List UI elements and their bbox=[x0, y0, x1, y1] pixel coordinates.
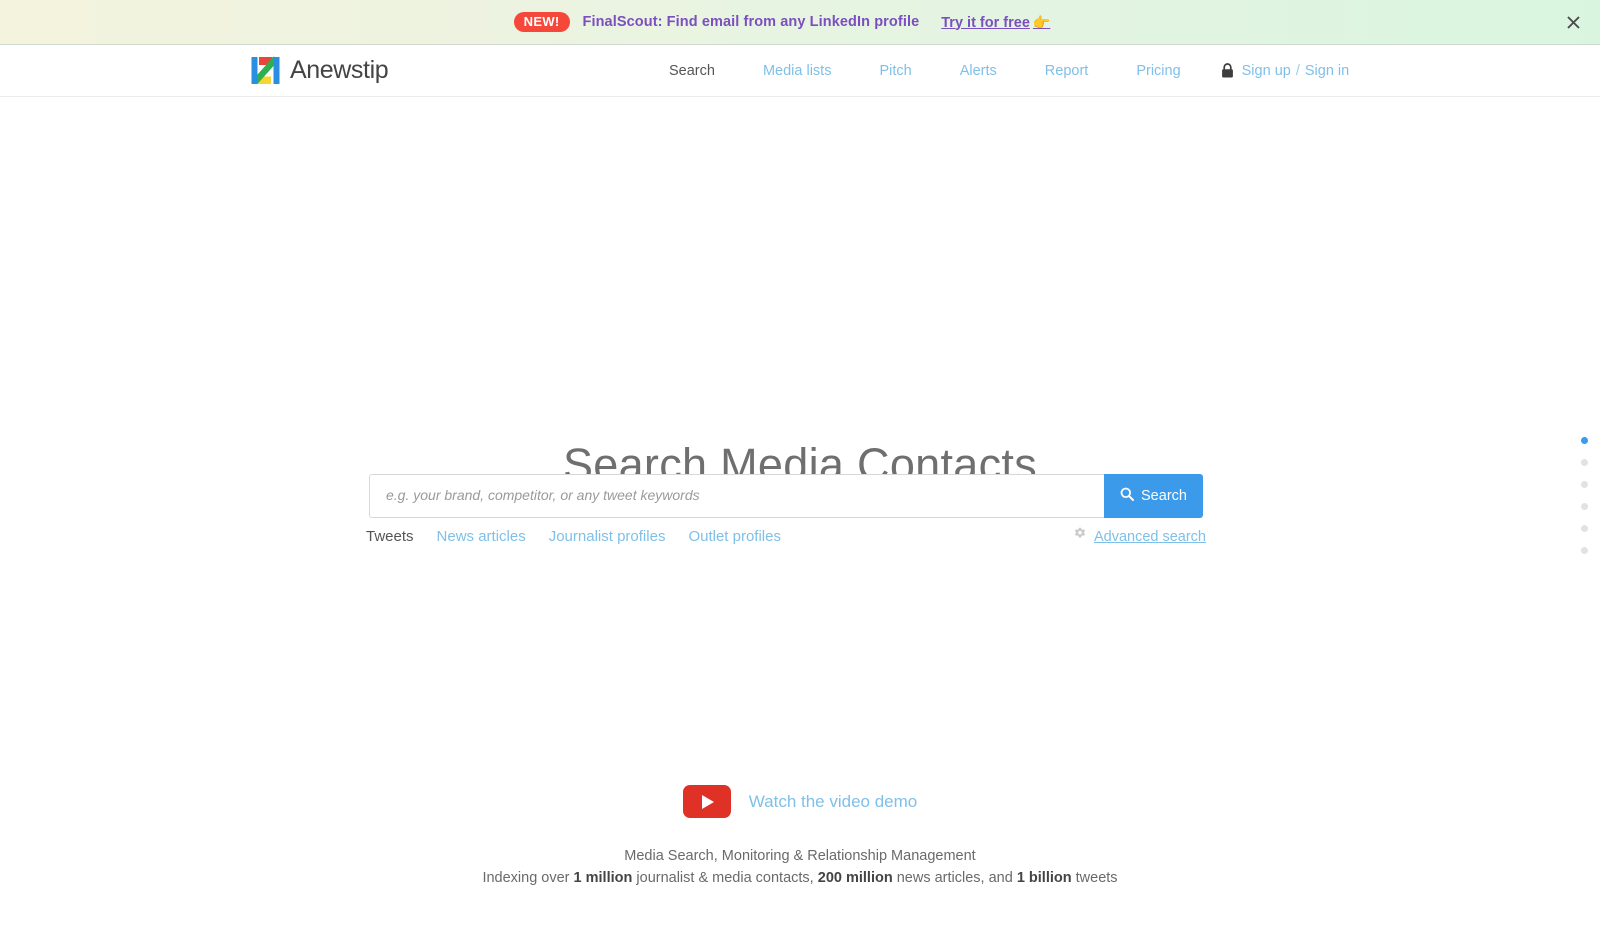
tab-tweets[interactable]: Tweets bbox=[366, 528, 414, 545]
sign-up-link[interactable]: Sign up bbox=[1242, 63, 1291, 79]
dot-nav-item-4[interactable] bbox=[1581, 525, 1588, 532]
dot-nav-item-1[interactable] bbox=[1581, 459, 1588, 466]
brand-name: Anewstip bbox=[290, 56, 389, 84]
dot-nav-item-3[interactable] bbox=[1581, 503, 1588, 510]
youtube-play-icon bbox=[682, 785, 731, 818]
tab-journalist-profiles[interactable]: Journalist profiles bbox=[549, 528, 666, 545]
lock-icon bbox=[1221, 63, 1234, 78]
nav-item-pitch[interactable]: Pitch bbox=[855, 63, 935, 79]
promo-cta-link[interactable]: Try it for free 👉 bbox=[941, 14, 1050, 31]
video-demo-label: Watch the video demo bbox=[748, 791, 918, 811]
pointing-hand-icon: 👉 bbox=[1032, 13, 1051, 30]
nav-item-pricing[interactable]: Pricing bbox=[1112, 63, 1204, 79]
indexing-stats: Indexing over 1 million journalist & med… bbox=[0, 870, 1600, 886]
nav-item-alerts[interactable]: Alerts bbox=[936, 63, 1021, 79]
brand-logo-link[interactable]: Anewstip bbox=[250, 55, 389, 86]
gear-icon bbox=[1073, 527, 1087, 546]
dot-nav-item-0[interactable] bbox=[1581, 437, 1588, 444]
search-button[interactable]: Search bbox=[1104, 474, 1203, 518]
dot-nav-item-2[interactable] bbox=[1581, 481, 1588, 488]
hero-section: Search Media Contacts Search Tweets News… bbox=[0, 97, 1600, 934]
nav-item-search[interactable]: Search bbox=[645, 63, 739, 79]
promo-banner: NEW! FinalScout: Find email from any Lin… bbox=[0, 0, 1600, 45]
search-icon bbox=[1120, 487, 1135, 505]
index-mid-2: news articles, and bbox=[892, 870, 1017, 886]
index-suffix: tweets bbox=[1071, 870, 1118, 886]
dot-nav-item-5[interactable] bbox=[1581, 547, 1588, 554]
promo-new-badge: NEW! bbox=[513, 12, 570, 32]
search-input[interactable] bbox=[369, 474, 1104, 518]
sign-in-link[interactable]: Sign in bbox=[1305, 63, 1349, 79]
auth-separator: / bbox=[1295, 62, 1300, 79]
tab-news-articles[interactable]: News articles bbox=[437, 528, 526, 545]
advanced-search-link[interactable]: Advanced search bbox=[1073, 527, 1206, 546]
advanced-search-label: Advanced search bbox=[1093, 528, 1206, 545]
index-mid-1: journalist & media contacts, bbox=[632, 870, 818, 886]
stat-tweets: 1 billion bbox=[1016, 870, 1072, 886]
close-icon[interactable] bbox=[1562, 11, 1584, 33]
index-prefix: Indexing over bbox=[482, 870, 574, 886]
promo-cta-label: Try it for free bbox=[941, 14, 1030, 31]
promo-banner-content: NEW! FinalScout: Find email from any Lin… bbox=[513, 12, 1050, 32]
tagline: Media Search, Monitoring & Relationship … bbox=[624, 848, 976, 864]
search-bar: Search bbox=[369, 474, 1203, 518]
nav-item-media-lists[interactable]: Media lists bbox=[739, 63, 856, 79]
nav-item-report[interactable]: Report bbox=[1021, 63, 1113, 79]
anewstip-logo-icon bbox=[250, 55, 281, 86]
tab-outlet-profiles[interactable]: Outlet profiles bbox=[688, 528, 781, 545]
search-type-tabs: Tweets News articles Journalist profiles… bbox=[366, 527, 1206, 546]
stat-articles: 200 million bbox=[817, 870, 893, 886]
video-demo-link[interactable]: Watch the video demo bbox=[0, 785, 1600, 818]
site-header: Anewstip Search Media lists Pitch Alerts… bbox=[0, 45, 1600, 97]
stat-contacts: 1 million bbox=[573, 870, 633, 886]
main-navigation: Search Media lists Pitch Alerts Report P… bbox=[645, 63, 1349, 79]
section-dot-navigation bbox=[1581, 437, 1588, 554]
promo-message: FinalScout: Find email from any LinkedIn… bbox=[582, 14, 920, 30]
search-button-label: Search bbox=[1141, 488, 1187, 504]
